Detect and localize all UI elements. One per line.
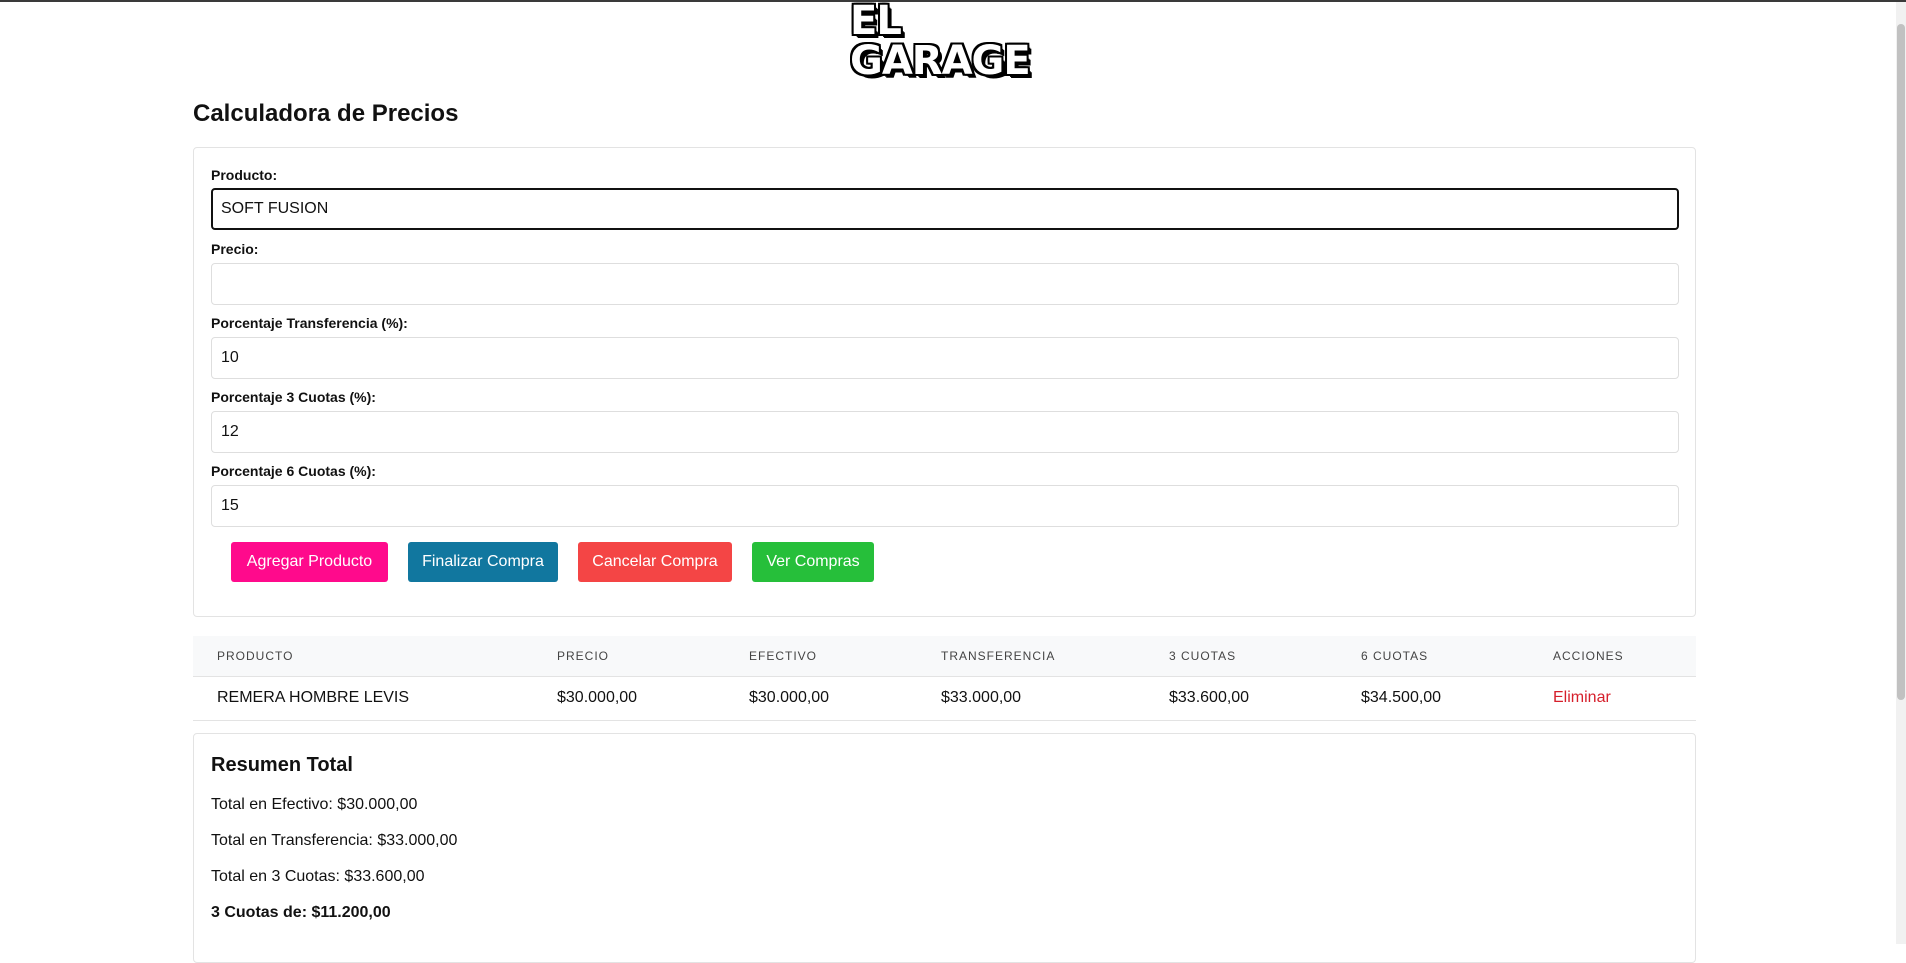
cell-transferencia: $33.000,00 (941, 689, 1022, 706)
producto-label: Producto: (211, 167, 278, 183)
logo-text: EL GARAGE (850, 0, 1031, 84)
header-acciones: ACCIONES (1553, 648, 1624, 663)
table-header-row: PRODUCTO PRECIO EFECTIVO TRANSFERENCIA 3… (193, 636, 1696, 676)
el-garage-logo: EL GARAGE (850, 1, 1042, 81)
cell-6-cuotas: $34.500,00 (1361, 689, 1442, 706)
cancelar-compra-button[interactable]: Cancelar Compra (578, 542, 732, 582)
summary-card: Resumen Total Total en Efectivo: $30.000… (193, 733, 1696, 963)
header-producto: PRODUCTO (217, 648, 294, 663)
cell-producto: REMERA HOMBRE LEVIS (217, 689, 410, 706)
transferencia-input[interactable] (211, 337, 1679, 379)
total-transferencia: Total en Transferencia: $33.000,00 (211, 832, 458, 849)
eliminar-link[interactable]: Eliminar (1553, 689, 1611, 706)
finalizar-compra-button[interactable]: Finalizar Compra (408, 542, 558, 582)
cuotas3-input[interactable] (211, 411, 1679, 453)
calculator-form: Producto: Precio: Porcentaje Transferenc… (193, 147, 1696, 617)
header-efectivo: EFECTIVO (749, 648, 818, 663)
header-transferencia: TRANSFERENCIA (941, 648, 1056, 663)
agregar-producto-button[interactable]: Agregar Producto (231, 542, 388, 582)
ver-compras-button[interactable]: Ver Compras (752, 542, 874, 582)
cuotas3-label: Porcentaje 3 Cuotas (%): (211, 389, 376, 405)
vertical-scrollbar[interactable] (1896, 2, 1906, 944)
summary-title: Resumen Total (211, 754, 353, 776)
page-title: Calculadora de Precios (193, 100, 459, 127)
precio-input[interactable] (211, 263, 1679, 305)
total-3-cuotas: Total en 3 Cuotas: $33.600,00 (211, 868, 425, 885)
producto-input[interactable] (211, 188, 1679, 230)
table-row: REMERA HOMBRE LEVIS $30.000,00 $30.000,0… (193, 676, 1696, 720)
cell-3-cuotas: $33.600,00 (1169, 689, 1250, 706)
header-3-cuotas: 3 CUOTAS (1169, 648, 1237, 663)
header-precio: PRECIO (557, 648, 610, 663)
cuotas6-label: Porcentaje 6 Cuotas (%): (211, 463, 376, 479)
products-table: PRODUCTO PRECIO EFECTIVO TRANSFERENCIA 3… (193, 636, 1696, 721)
cell-precio: $30.000,00 (557, 689, 638, 706)
transferencia-label: Porcentaje Transferencia (%): (211, 315, 408, 331)
scrollbar-thumb[interactable] (1897, 24, 1905, 700)
cell-acciones: Eliminar (1529, 676, 1696, 720)
cell-efectivo: $30.000,00 (749, 689, 830, 706)
cuotas6-input[interactable] (211, 485, 1679, 527)
total-efectivo: Total en Efectivo: $30.000,00 (211, 796, 418, 813)
precio-label: Precio: (211, 241, 259, 257)
valor-3-cuotas: 3 Cuotas de: $11.200,00 (211, 904, 391, 921)
header-6-cuotas: 6 CUOTAS (1361, 648, 1429, 663)
